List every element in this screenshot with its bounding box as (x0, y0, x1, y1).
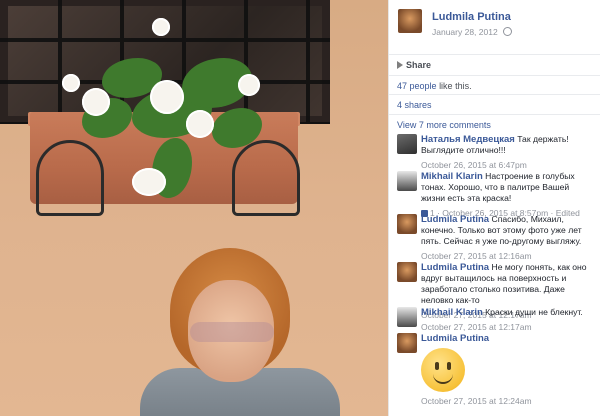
likes-count[interactable]: 47 people (397, 81, 437, 91)
post-side-panel: Ludmila Putina January 28, 2012 Share 47… (388, 0, 600, 416)
comment-time[interactable]: October 27, 2015 at 12:17am (421, 322, 595, 332)
author-avatar[interactable] (398, 9, 422, 33)
likes-suffix: like this. (439, 81, 472, 91)
comment-item: Ludmila Putina October 27, 2015 at 12:24… (397, 333, 595, 406)
comment-item: Наталья Медвецкая Так держать! Выглядите… (397, 134, 595, 170)
comment-time[interactable]: October 26, 2015 at 6:47pm (421, 160, 595, 170)
comment-item: Mikhail Klarin Краски души не блекнут. O… (397, 307, 595, 332)
photo-flowers (62, 18, 282, 208)
action-bar: Share (389, 54, 600, 76)
comment-time[interactable]: October 27, 2015 at 12:16am (421, 251, 595, 261)
commenter-name[interactable]: Наталья Медвецкая (421, 134, 515, 145)
photo-woman (140, 248, 340, 416)
commenter-name[interactable]: Ludmila Putina (421, 333, 489, 344)
post-date-text[interactable]: January 28, 2012 (432, 27, 498, 37)
share-arrow-icon (397, 61, 403, 69)
share-label: Share (406, 60, 432, 70)
commenter-name[interactable]: Ludmila Putina (421, 214, 489, 225)
commenter-name[interactable]: Ludmila Putina (421, 262, 489, 273)
comment-item: Ludmila Putina Спасибо, Михаил, конечно.… (397, 214, 595, 261)
commenter-avatar[interactable] (397, 134, 417, 154)
commenter-avatar[interactable] (397, 262, 417, 282)
globe-icon (503, 27, 513, 36)
post-date[interactable]: January 28, 2012 (432, 27, 513, 37)
post-author-name[interactable]: Ludmila Putina (432, 11, 511, 23)
shares-count[interactable]: 4 shares (397, 100, 432, 110)
view-more-comments[interactable]: View 7 more comments (397, 120, 491, 130)
share-button[interactable]: Share (397, 60, 431, 70)
commenter-name[interactable]: Mikhail Klarin (421, 307, 483, 318)
comment-time[interactable]: October 27, 2015 at 12:24am (421, 396, 595, 406)
commenter-avatar[interactable] (397, 307, 417, 327)
post-header: Ludmila Putina January 28, 2012 (396, 7, 596, 41)
commenter-name[interactable]: Mikhail Klarin (421, 171, 483, 182)
smiley-sticker (421, 348, 465, 392)
comment-item: Mikhail Klarin Настроение в голубых тона… (397, 171, 595, 218)
likes-summary[interactable]: 47 people like this. (397, 81, 472, 91)
post-photo[interactable] (0, 0, 388, 416)
commenter-avatar[interactable] (397, 333, 417, 353)
comment-text: Краски души не блекнут. (485, 307, 583, 317)
commenter-avatar[interactable] (397, 171, 417, 191)
commenter-avatar[interactable] (397, 214, 417, 234)
